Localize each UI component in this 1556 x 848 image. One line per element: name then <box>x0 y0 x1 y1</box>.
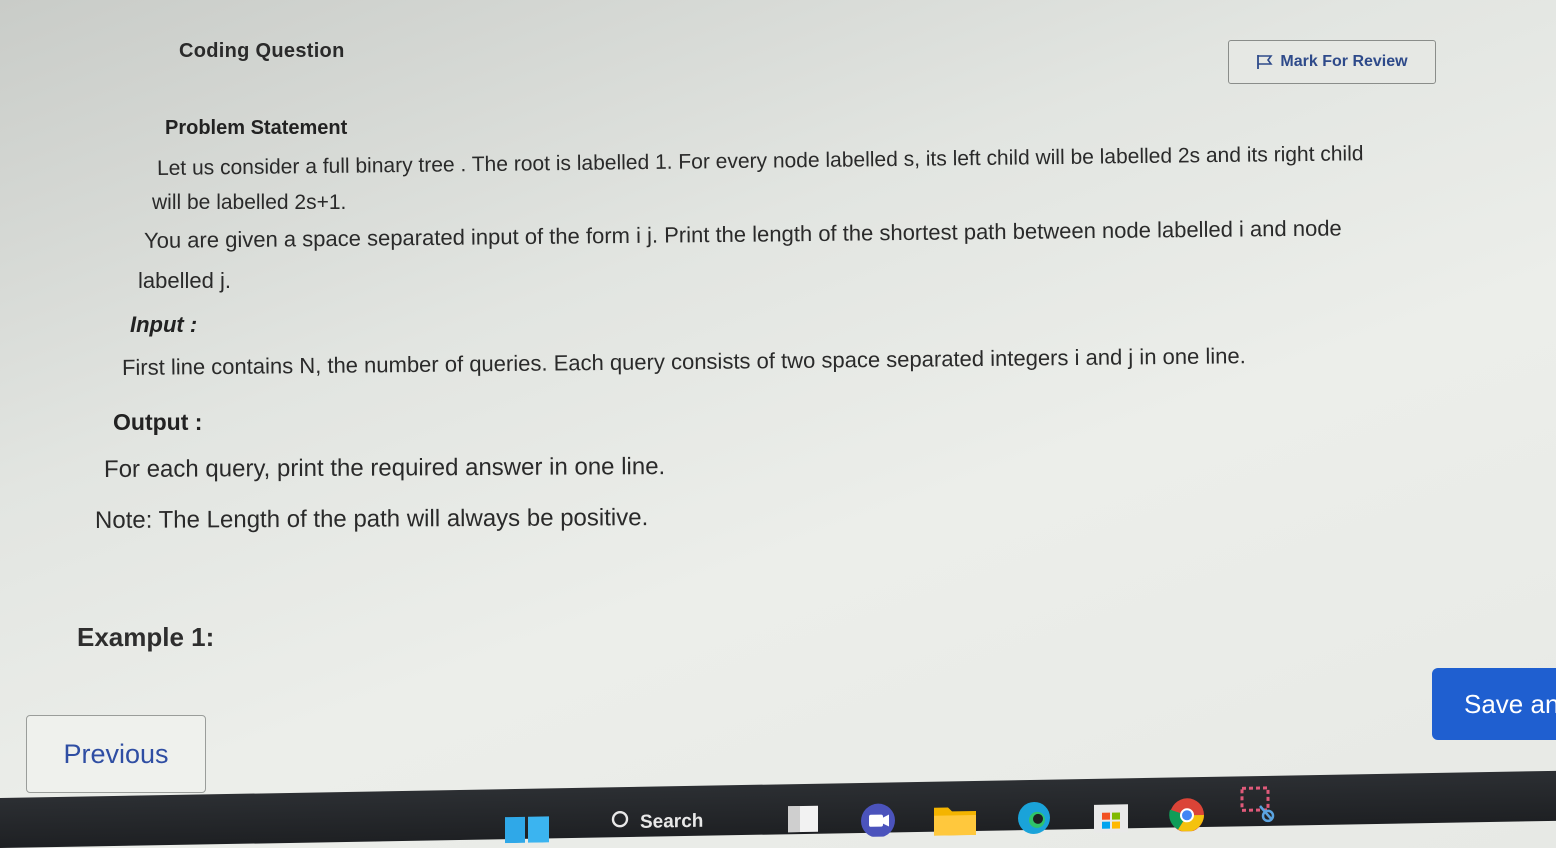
problem-text-line: will be labelled 2s+1. <box>152 191 347 214</box>
output-description: For each query, print the required answe… <box>103 453 666 483</box>
problem-statement-heading: Problem Statement <box>165 117 348 139</box>
input-heading: Input : <box>130 312 198 337</box>
example-heading: Example 1: <box>77 622 215 652</box>
output-heading: Output : <box>113 409 203 435</box>
flag-icon <box>1256 54 1274 70</box>
snipping-tool-icon[interactable] <box>1238 786 1282 827</box>
mark-for-review-button[interactable]: Mark For Review <box>1228 40 1436 84</box>
search-icon <box>610 809 632 837</box>
input-description: First line contains N, the number of que… <box>121 343 1246 380</box>
file-explorer-icon[interactable] <box>932 799 978 836</box>
screen: Coding Question Mark For Review Problem … <box>0 0 1556 848</box>
previous-button[interactable]: Previous <box>26 715 206 793</box>
teams-icon[interactable] <box>858 800 898 838</box>
mark-for-review-label: Mark For Review <box>1280 53 1408 70</box>
problem-text-line: labelled j. <box>138 268 231 293</box>
taskbar-search[interactable]: Search <box>610 803 760 842</box>
edge-icon[interactable] <box>1012 798 1056 835</box>
page-title: Coding Question <box>179 40 345 62</box>
search-label: Search <box>640 810 704 833</box>
note-text: Note: The Length of the path will always… <box>94 504 649 534</box>
save-and-next-button[interactable]: Save an <box>1432 668 1556 740</box>
question-panel: Coding Question Mark For Review Problem … <box>0 0 1556 800</box>
windows-start-icon[interactable] <box>505 806 549 844</box>
task-view-icon[interactable] <box>786 802 822 835</box>
problem-text-line: Let us consider a full binary tree . The… <box>156 142 1364 180</box>
microsoft-store-icon[interactable] <box>1090 796 1132 833</box>
chrome-icon[interactable] <box>1164 795 1210 832</box>
